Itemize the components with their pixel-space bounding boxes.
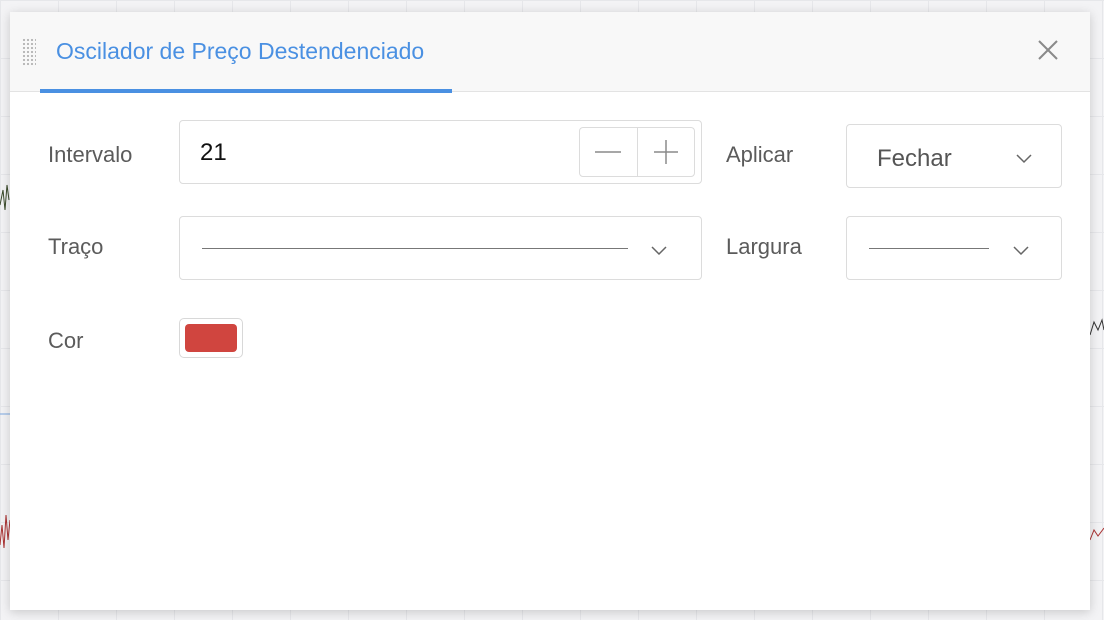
plus-icon [653,140,678,164]
drag-handle-icon[interactable] [22,38,36,66]
chevron-down-icon [651,246,667,256]
aplicar-select[interactable]: Fechar [846,124,1062,188]
line-width-preview [869,248,989,249]
traco-label: Traço [48,234,104,259]
largura-label: Largura [726,234,802,259]
close-button[interactable] [1034,36,1062,64]
indicator-settings-dialog: Oscilador de Preço Destendenciado Interv… [10,12,1090,610]
cor-label: Cor [48,328,84,353]
largura-select[interactable] [846,216,1062,280]
close-icon [1038,40,1058,60]
intervalo-number-input[interactable]: 21 [179,120,702,184]
increment-button[interactable] [636,128,695,176]
color-picker-button[interactable] [179,318,243,358]
line-style-preview [202,248,628,249]
active-tab-indicator [40,89,452,93]
dialog-title: Oscilador de Preço Destendenciado [56,38,425,64]
chevron-down-icon [1016,154,1032,164]
chevron-down-icon [1013,246,1029,256]
intervalo-stepper [579,127,695,177]
aplicar-label: Aplicar [726,142,794,167]
intervalo-label: Intervalo [48,142,133,167]
color-swatch-fill [185,324,237,352]
dialog-header: Oscilador de Preço Destendenciado [10,12,1090,93]
intervalo-value[interactable]: 21 [200,139,227,167]
aplicar-selected-value: Fechar [877,145,952,172]
minus-icon [595,151,622,153]
decrement-button[interactable] [580,128,637,176]
traco-style-select[interactable] [179,216,702,280]
